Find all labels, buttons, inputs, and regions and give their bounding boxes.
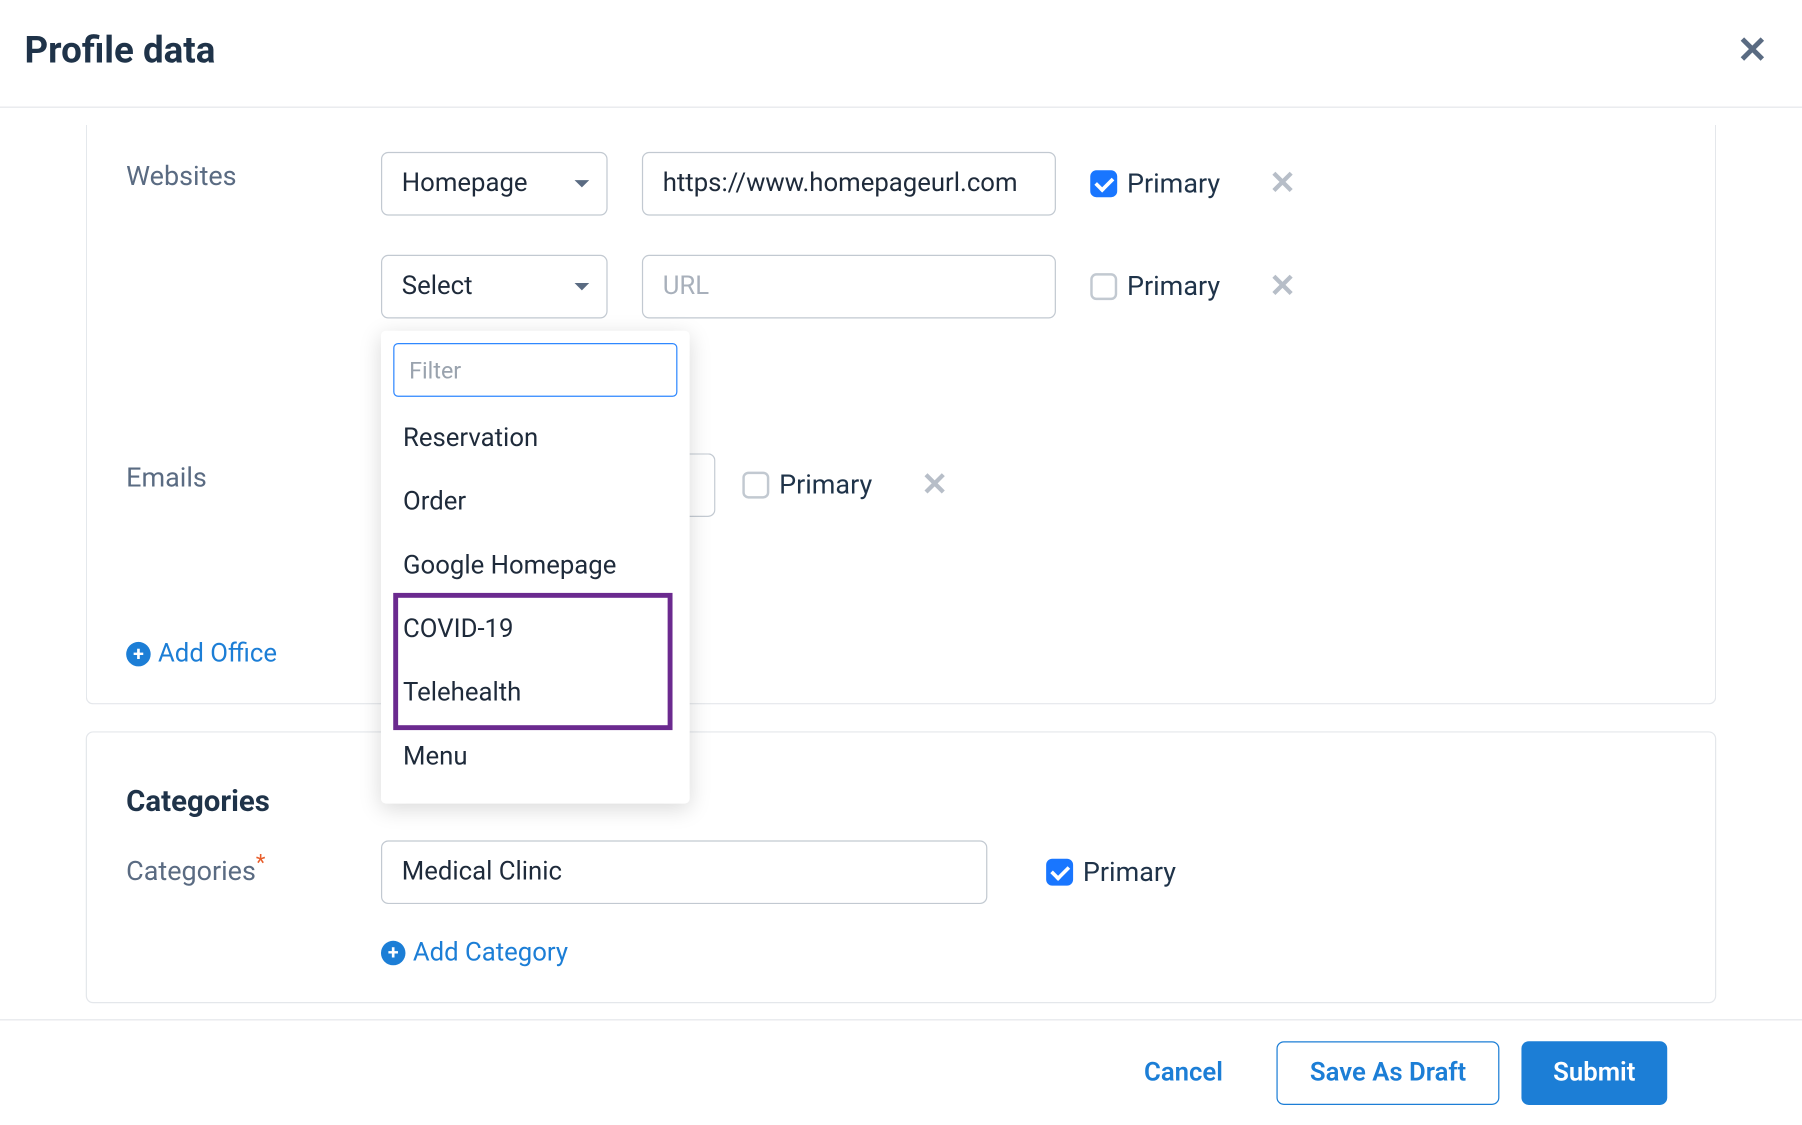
card-contact: Websites Homepage Primary ✕ Select — [86, 125, 1716, 704]
page-title: Profile data — [25, 29, 216, 72]
dropdown-option[interactable]: Order — [381, 470, 690, 534]
website-row: Select Reservation Order Google Homepage… — [126, 255, 1676, 319]
primary-label: Primary — [1127, 271, 1220, 302]
categories-section-row: Categories — [126, 774, 1676, 818]
website-type-dropdown: Reservation Order Google Homepage COVID-… — [381, 331, 690, 804]
checkbox-icon[interactable] — [1046, 859, 1073, 886]
add-office-row: + Add Office — [126, 639, 1676, 668]
save-draft-button[interactable]: Save As Draft — [1277, 1041, 1499, 1105]
add-office-button[interactable]: + Add Office — [126, 639, 277, 668]
dropdown-option[interactable]: COVID-19 — [381, 598, 690, 662]
websites-label: Websites — [126, 152, 347, 192]
primary-label: Primary — [1127, 168, 1220, 199]
dropdown-option[interactable]: Google Homepage — [381, 534, 690, 598]
add-office-label: Add Office — [158, 639, 277, 668]
plus-icon: + — [381, 941, 406, 966]
select-value: Select — [402, 272, 473, 301]
chevron-down-icon — [575, 180, 590, 187]
dropdown-option[interactable]: Reservation — [381, 407, 690, 471]
website-url-input[interactable] — [642, 152, 1056, 216]
primary-label: Primary — [1083, 857, 1176, 888]
spacer — [126, 938, 347, 948]
add-category-button[interactable]: + Add Category — [381, 938, 568, 967]
close-icon[interactable]: ✕ — [1727, 25, 1777, 78]
card-categories: Categories Categories* Primary + Add Cat… — [86, 731, 1716, 1003]
primary-label: Primary — [779, 470, 872, 501]
required-star-icon: * — [256, 850, 266, 876]
emails-label: Emails — [126, 453, 347, 493]
website-row: Websites Homepage Primary ✕ — [126, 152, 1676, 216]
submit-button[interactable]: Submit — [1521, 1041, 1667, 1105]
category-input[interactable] — [381, 840, 987, 904]
cancel-button[interactable]: Cancel — [1112, 1041, 1255, 1105]
page-header: Profile data ✕ — [0, 0, 1802, 108]
website-type-select[interactable]: Select — [381, 255, 608, 319]
content-area: Websites Homepage Primary ✕ Select — [0, 125, 1802, 1003]
websites-label-spacer — [126, 255, 347, 265]
remove-icon[interactable]: ✕ — [1269, 268, 1296, 305]
categories-section-label: Categories — [126, 774, 347, 818]
categories-field-label: Categories* — [126, 840, 347, 887]
footer-bar: Cancel Save As Draft Submit — [0, 1020, 1802, 1125]
primary-checkbox-wrap[interactable]: Primary — [742, 470, 872, 501]
website-type-select-wrap: Select Reservation Order Google Homepage… — [381, 255, 608, 319]
add-category-row: + Add Category — [126, 938, 1676, 967]
website-url-input[interactable] — [642, 255, 1056, 319]
dropdown-filter-input[interactable] — [393, 343, 677, 397]
primary-checkbox-wrap[interactable]: Primary — [1046, 857, 1176, 888]
dropdown-option[interactable]: Menu — [381, 725, 690, 789]
primary-checkbox-wrap[interactable]: Primary — [1090, 271, 1220, 302]
add-category-label: Add Category — [413, 938, 568, 967]
website-type-select[interactable]: Homepage — [381, 152, 608, 216]
checkbox-icon[interactable] — [1090, 273, 1117, 300]
categories-field-text: Categories — [126, 857, 256, 888]
email-row: Emails Primary ✕ — [126, 453, 1676, 517]
primary-checkbox-wrap[interactable]: Primary — [1090, 168, 1220, 199]
remove-icon[interactable]: ✕ — [1269, 165, 1296, 202]
plus-icon: + — [126, 642, 151, 667]
select-value: Homepage — [402, 169, 528, 198]
checkbox-icon[interactable] — [1090, 170, 1117, 197]
category-row: Categories* Primary — [126, 840, 1676, 904]
checkbox-icon[interactable] — [742, 472, 769, 499]
remove-icon[interactable]: ✕ — [921, 467, 948, 504]
dropdown-option[interactable]: Telehealth — [381, 662, 690, 726]
chevron-down-icon — [575, 283, 590, 290]
